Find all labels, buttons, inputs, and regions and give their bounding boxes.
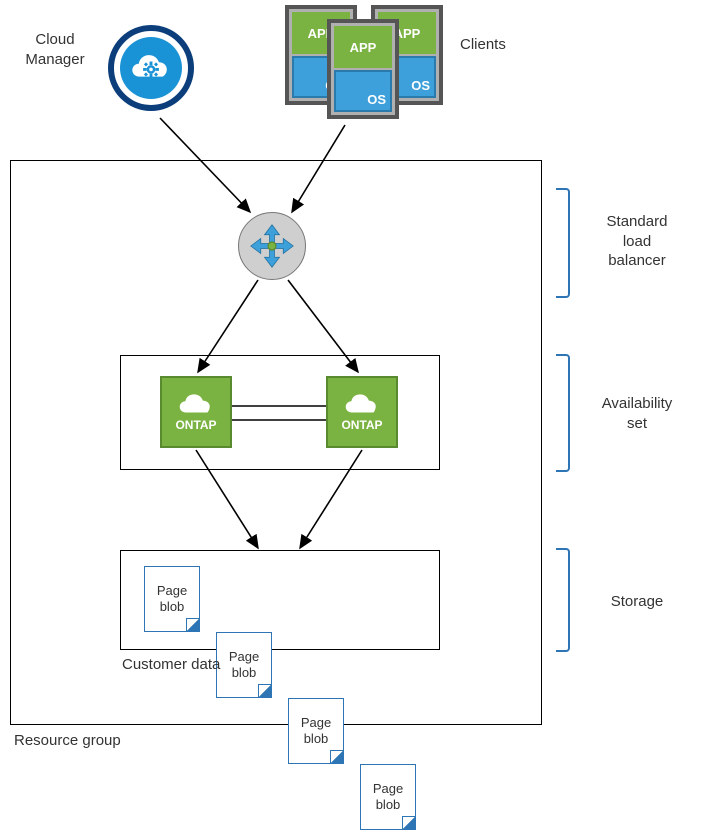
cloud-manager-label: CloudManager (5, 30, 105, 69)
load-balancer-icon (238, 212, 306, 280)
storage-label: Storage (582, 592, 692, 612)
client-tile: APP OS (327, 19, 399, 119)
page-blob-label: Pageblob (157, 583, 187, 616)
ontap-label: ONTAP (341, 418, 382, 432)
client-os-box: OS (334, 70, 392, 112)
client-os-label: OS (411, 78, 430, 93)
cloud-gear-icon (128, 50, 174, 86)
availability-set-label: Availabilityset (582, 394, 692, 433)
page-blob: Pageblob (288, 698, 344, 764)
arrows-cross-icon (247, 221, 297, 271)
resource-group-label: Resource group (14, 732, 121, 749)
clients-label: Clients (460, 35, 540, 55)
page-blob: Pageblob (216, 632, 272, 698)
ontap-node: ONTAP (160, 376, 232, 448)
cloud-icon (176, 392, 216, 418)
bracket-storage (556, 548, 570, 652)
client-app-label: APP (334, 26, 392, 68)
bracket-lb (556, 188, 570, 298)
client-os-label: OS (367, 92, 386, 107)
cloud-manager-icon (108, 25, 194, 111)
standard-load-balancer-label: Standardloadbalancer (582, 212, 692, 271)
ontap-label: ONTAP (175, 418, 216, 432)
bracket-availability (556, 354, 570, 472)
cloud-icon (342, 392, 382, 418)
page-blob: Pageblob (360, 764, 416, 830)
ontap-node: ONTAP (326, 376, 398, 448)
page-blob-label: Pageblob (301, 715, 331, 748)
clients-cluster: APP OS APP OS APP OS (285, 5, 445, 125)
customer-data-label: Customer data (122, 656, 220, 673)
page-blob-label: Pageblob (373, 781, 403, 814)
page-blob-label: Pageblob (229, 649, 259, 682)
page-blob: Pageblob (144, 566, 200, 632)
